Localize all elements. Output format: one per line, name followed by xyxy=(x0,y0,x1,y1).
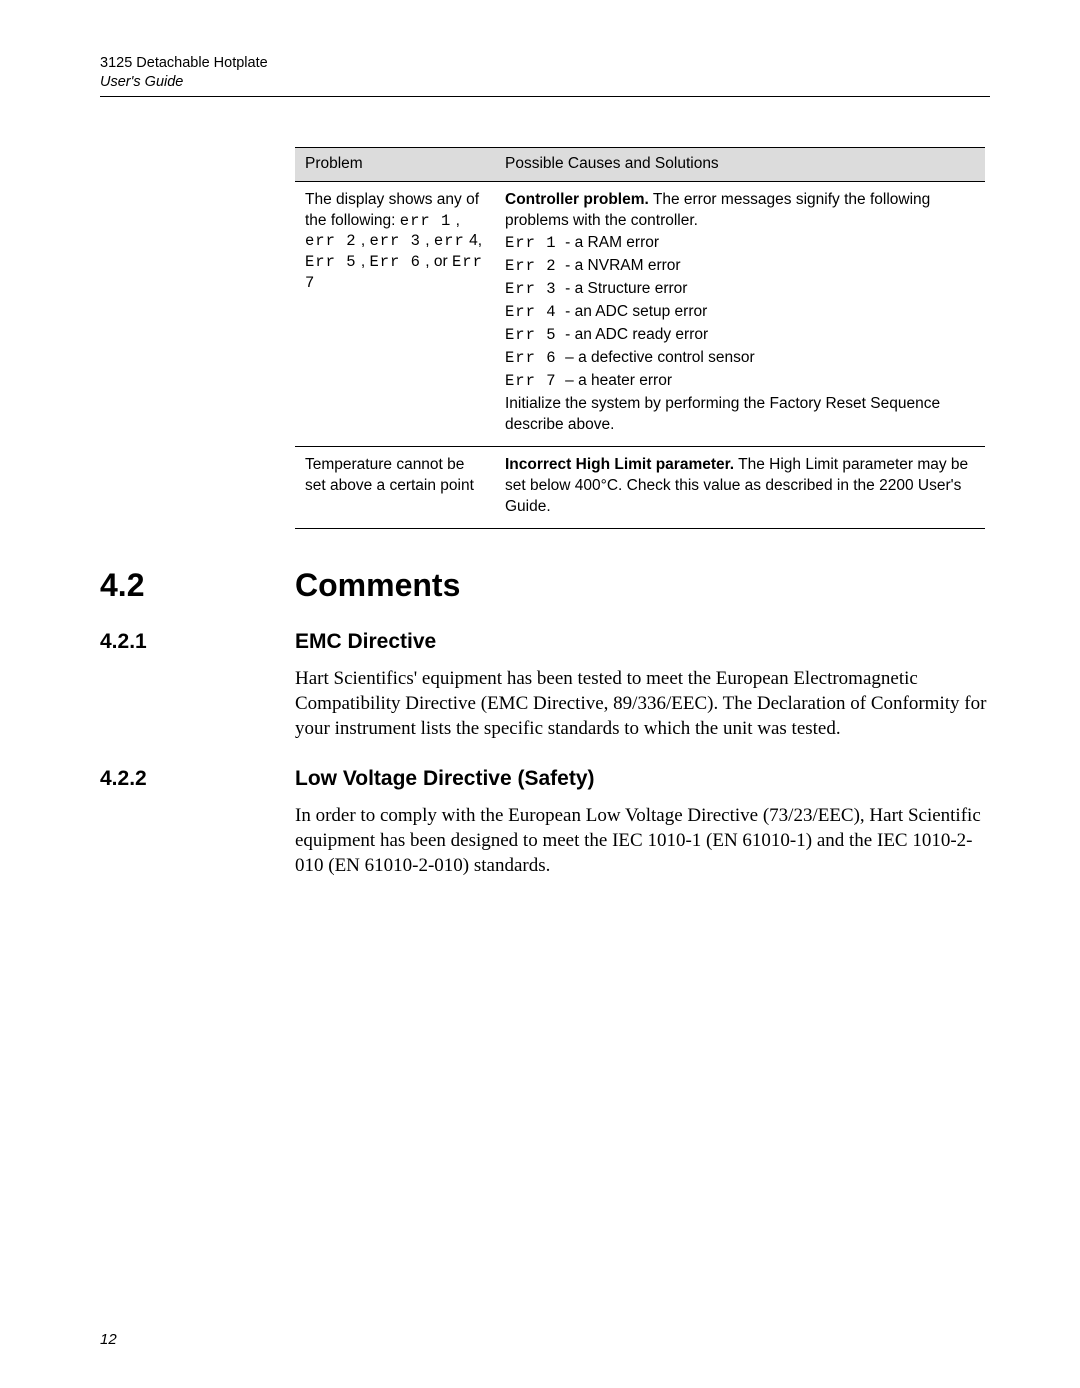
err-label: Err 6 xyxy=(505,349,557,367)
running-header: 3125 Detachable Hotplate User's Guide xyxy=(100,54,990,97)
cell-solution: Controller problem. The error messages s… xyxy=(495,181,985,446)
section-4-2-1: 4.2.1 EMC Directive xyxy=(100,630,990,654)
cell-solution: Incorrect High Limit parameter. The High… xyxy=(495,446,985,528)
header-rule xyxy=(100,96,990,97)
solution-lead: Controller problem. The error messages s… xyxy=(505,190,975,232)
section-title: Low Voltage Directive (Safety) xyxy=(295,767,595,791)
err-label: Err 1 xyxy=(505,234,557,252)
cell-problem: Temperature cannot be set above a certai… xyxy=(295,446,495,528)
err-line: Err 1 - a RAM error xyxy=(505,233,975,254)
err-text: – a defective control sensor xyxy=(565,349,755,366)
section-number: 4.2.1 xyxy=(100,630,295,654)
doc-title: 3125 Detachable Hotplate xyxy=(100,54,990,73)
col-header-problem: Problem xyxy=(295,147,495,181)
err-line: Err 4 - an ADC setup error xyxy=(505,302,975,323)
err-label: Err 4 xyxy=(505,303,557,321)
err-text: - an ADC setup error xyxy=(565,303,707,320)
err-text: - a RAM error xyxy=(565,234,659,251)
section-number: 4.2.2 xyxy=(100,767,295,791)
cell-problem: The display shows any of the following: … xyxy=(295,181,495,446)
err-label: Err 3 xyxy=(505,280,557,298)
doc-subtitle: User's Guide xyxy=(100,73,990,92)
err-text: - an ADC ready error xyxy=(565,326,708,343)
troubleshooting-table: Problem Possible Causes and Solutions Th… xyxy=(295,147,985,529)
err-line: Err 6 – a defective control sensor xyxy=(505,348,975,369)
section-title: EMC Directive xyxy=(295,630,436,654)
section-4-2-2: 4.2.2 Low Voltage Directive (Safety) xyxy=(100,767,990,791)
err-line: Err 2 - a NVRAM error xyxy=(505,256,975,277)
paragraph: In order to comply with the European Low… xyxy=(295,803,990,878)
paragraph: Hart Scientifics' equipment has been tes… xyxy=(295,666,990,741)
col-header-solution: Possible Causes and Solutions xyxy=(495,147,985,181)
table-header-row: Problem Possible Causes and Solutions xyxy=(295,147,985,181)
err-text: – a heater error xyxy=(565,372,672,389)
err-label: Err 7 xyxy=(505,372,557,390)
err-line: Err 5 - an ADC ready error xyxy=(505,325,975,346)
err-label: Err 2 xyxy=(505,257,557,275)
section-number: 4.2 xyxy=(100,567,295,604)
table-row: The display shows any of the following: … xyxy=(295,181,985,446)
err-text: - a NVRAM error xyxy=(565,257,680,274)
err-line: Err 7 – a heater error xyxy=(505,371,975,392)
table-row: Temperature cannot be set above a certai… xyxy=(295,446,985,528)
err-label: Err 5 xyxy=(505,326,557,344)
page-number: 12 xyxy=(100,1331,117,1348)
err-line: Err 3 - a Structure error xyxy=(505,279,975,300)
solution-tail: Initialize the system by performing the … xyxy=(505,394,975,436)
section-4-2: 4.2 Comments xyxy=(100,567,990,604)
section-title: Comments xyxy=(295,567,460,604)
err-text: - a Structure error xyxy=(565,280,687,297)
